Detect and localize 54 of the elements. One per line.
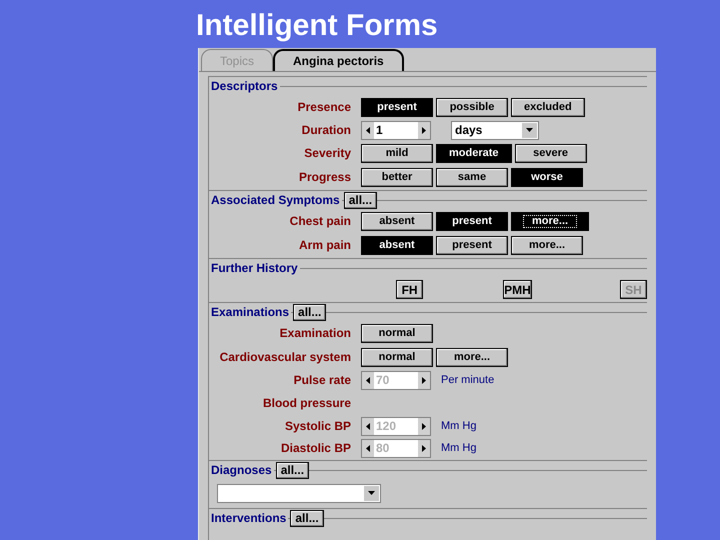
dropdown-field[interactable]: [217, 484, 381, 502]
dropdown-arrow-icon: [368, 491, 375, 495]
option-button[interactable]: more...: [511, 236, 583, 254]
left-arrow-icon: [366, 422, 370, 430]
option-button[interactable]: better: [361, 168, 433, 186]
all-button[interactable]: all...: [276, 462, 310, 478]
field-label: Chest pain: [290, 213, 351, 230]
field-label: Duration: [302, 122, 351, 139]
option-button[interactable]: more...: [511, 212, 590, 230]
option-button[interactable]: present: [361, 98, 433, 116]
option-button[interactable]: excluded: [511, 98, 585, 116]
option-button[interactable]: severe: [514, 144, 587, 162]
option-button[interactable]: normal: [361, 348, 433, 366]
field-label: Blood pressure: [262, 395, 351, 412]
option-button[interactable]: absent: [361, 212, 433, 230]
option-button[interactable]: absent: [361, 236, 433, 254]
unit-label: Mm Hg: [441, 418, 476, 434]
left-arrow-icon: [366, 126, 370, 134]
field-label: Examination: [280, 325, 351, 342]
field-label: Severity: [304, 145, 351, 162]
option-button[interactable]: normal: [361, 324, 433, 342]
dropdown-arrow-icon: [526, 128, 533, 132]
field-label: Diastolic BP: [280, 440, 351, 457]
right-arrow-icon: [422, 444, 426, 452]
option-button[interactable]: same: [436, 168, 508, 186]
history-button[interactable]: FH: [396, 280, 424, 298]
dropdown-field[interactable]: days: [451, 120, 539, 140]
right-arrow-icon: [422, 422, 426, 430]
option-button[interactable]: more...: [436, 348, 508, 366]
field-label: Arm pain: [298, 237, 351, 254]
field-label: Presence: [298, 99, 351, 116]
tab[interactable]: Angina pectoris: [273, 49, 404, 71]
field-label: Progress: [298, 169, 351, 186]
all-button[interactable]: all...: [344, 192, 378, 208]
option-button[interactable]: moderate: [436, 144, 512, 162]
slide-title: Intelligent Forms: [196, 8, 438, 44]
option-button[interactable]: possible: [436, 98, 508, 116]
all-button[interactable]: all...: [293, 304, 326, 320]
option-button[interactable]: worse: [511, 168, 583, 186]
option-button[interactable]: present: [436, 212, 508, 230]
right-arrow-icon: [422, 376, 426, 384]
spinner-field[interactable]: 1: [361, 120, 431, 140]
unit-label: Per minute: [441, 372, 494, 388]
field-label: Cardiovascular system: [220, 349, 351, 366]
unit-label: Mm Hg: [441, 440, 476, 456]
left-arrow-icon: [366, 376, 370, 384]
option-button[interactable]: mild: [361, 144, 433, 162]
left-arrow-icon: [366, 444, 370, 452]
option-button[interactable]: present: [436, 236, 508, 254]
right-arrow-icon: [422, 126, 426, 134]
field-label: Pulse rate: [294, 372, 351, 389]
field-label: Systolic BP: [284, 418, 351, 435]
history-button[interactable]: PMH: [503, 280, 532, 298]
all-button[interactable]: all...: [290, 510, 324, 526]
